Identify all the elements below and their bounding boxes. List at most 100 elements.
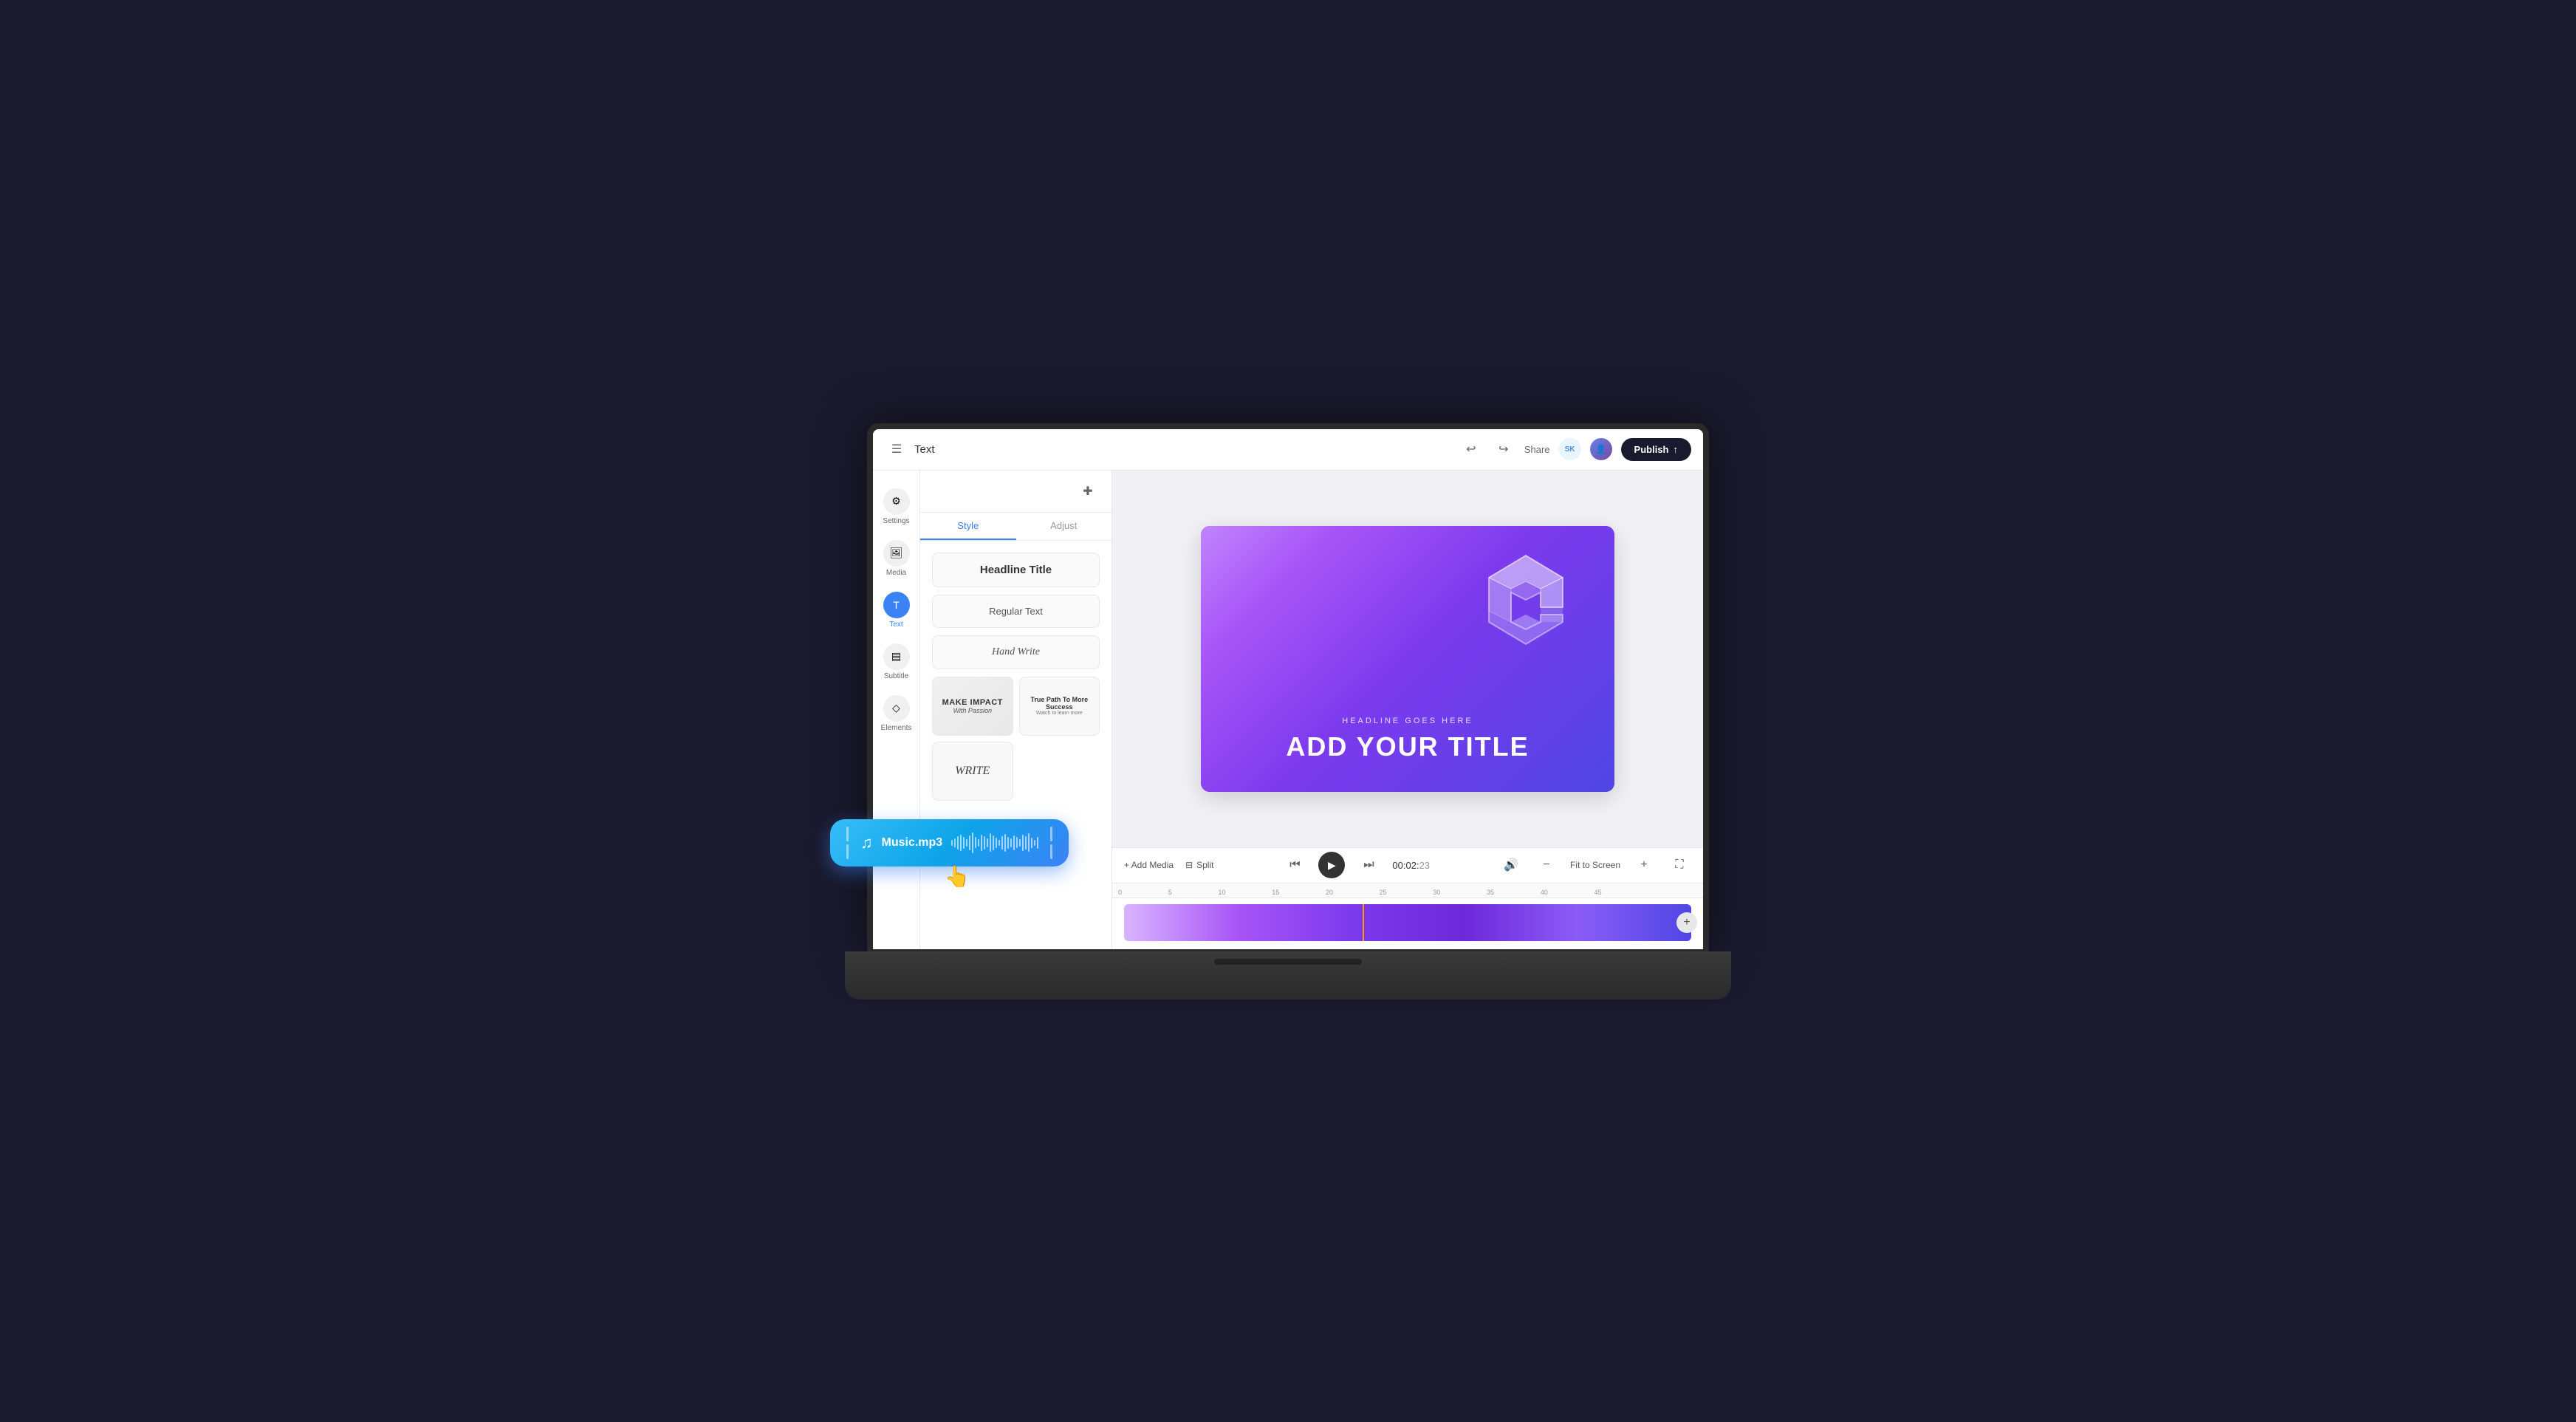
template-make-impact-line1: MAKE IMPACT [942,698,1003,707]
time-total: 23 [1419,860,1430,871]
handwrite-button[interactable]: Hand Write [932,635,1100,669]
app: ☰ Text ↩ ↪ Share SK 👤 Publish ↑ [873,429,1703,949]
page-title: Text [914,443,935,456]
topbar-left: ☰ Text [885,437,935,461]
ruler-marks: 0 5 10 15 20 25 30 35 40 45 [1118,889,1697,898]
ruler-30: 30 [1433,889,1440,898]
next-button[interactable]: ⏭ [1357,853,1380,877]
tab-adjust[interactable]: Adjust [1016,513,1112,540]
ruler-40: 40 [1541,889,1548,898]
avatar-sk: SK [1559,438,1581,460]
undo-button[interactable]: ↩ [1459,437,1483,461]
subtitle-icon: ▤ [883,643,910,670]
bottom-controls: + Add Media ⊟ Split ⏮ ▶ ⏭ 00: [1112,847,1703,883]
template-true-path-line1: True Path To More Success [1026,696,1094,711]
drag-handle [843,827,852,859]
panel-header: ✚ [920,471,1111,513]
publish-label: Publish [1634,444,1669,455]
ruler-20: 20 [1326,889,1333,898]
sidebar-icons: ⚙ Settings 🖼 Media T Text ▤ Subtitle [873,471,920,949]
ruler-35: 35 [1487,889,1494,898]
publish-button[interactable]: Publish ↑ [1621,438,1691,461]
add-media-button[interactable]: + Add Media [1124,860,1174,870]
panel-add-button[interactable]: ✚ [1076,479,1100,503]
ruler-5: 5 [1168,889,1172,898]
headline-title-button[interactable]: Headline Title [932,553,1100,587]
play-button[interactable]: ▶ [1318,852,1345,878]
fit-to-screen-label: Fit to Screen [1570,860,1620,870]
elements-icon: ◇ [883,695,910,722]
laptop-wrapper: ☰ Text ↩ ↪ Share SK 👤 Publish ↑ [845,423,1731,999]
fit-to-screen: Fit to Screen [1570,860,1620,870]
subtitle-label: Subtitle [884,672,908,680]
music-chip[interactable]: ♫ Music.mp3 👆 [830,819,1069,866]
time-display: 00:02:23 [1392,860,1430,871]
upload-icon: ↑ [1674,444,1679,455]
canvas-headline: HEADLINE GOES HERE [1286,717,1529,725]
share-button[interactable]: Share [1524,444,1550,455]
template-write-label: WRITE [955,765,990,778]
elements-label: Elements [881,724,912,732]
canvas-area: HEADLINE GOES HERE ADD YOUR TITLE + Add … [1112,471,1703,949]
drag-handle-right [1047,827,1055,859]
media-icon: 🖼 [883,540,910,567]
g-logo [1467,541,1585,663]
play-icon: ▶ [1328,859,1336,872]
split-icon: ⊟ [1185,860,1193,870]
canvas-title: ADD YOUR TITLE [1286,731,1529,762]
canvas-text-area: HEADLINE GOES HERE ADD YOUR TITLE [1286,717,1529,762]
settings-icon: ⚙ [883,488,910,515]
canvas-preview: HEADLINE GOES HERE ADD YOUR TITLE [1201,526,1614,792]
template-make-impact[interactable]: MAKE IMPACT With Passion [932,677,1013,736]
zoom-in-button[interactable]: + [1632,853,1656,877]
template-write[interactable]: WRITE [932,742,1013,801]
regular-text-button[interactable]: Regular Text [932,595,1100,628]
ruler-25: 25 [1380,889,1387,898]
menu-icon[interactable]: ☰ [885,437,908,461]
ruler-0: 0 [1118,889,1122,898]
sidebar-item-text[interactable]: T Text [873,586,919,635]
main-area: ⚙ Settings 🖼 Media T Text ▤ Subtitle [873,471,1703,949]
timeline-ruler: 0 5 10 15 20 25 30 35 40 45 [1112,883,1703,898]
undo-icon: ↩ [1466,442,1476,457]
template-true-path[interactable]: True Path To More Success Watch to learn… [1019,677,1100,736]
redo-button[interactable]: ↪ [1492,437,1515,461]
add-media-label: + Add Media [1124,860,1174,870]
split-button[interactable]: ⊟ Split [1185,860,1213,870]
volume-button[interactable]: 🔊 [1499,853,1523,877]
split-label: Split [1196,860,1213,870]
panel-tabs: Style Adjust [920,513,1111,541]
template-make-impact-line2: With Passion [953,707,992,714]
ruler-45: 45 [1594,889,1602,898]
fullscreen-button[interactable]: ⛶ [1668,853,1691,877]
music-note-icon: ♫ [860,833,873,852]
sidebar-item-elements[interactable]: ◇ Elements [873,689,919,738]
time-current: 00:02: [1392,860,1419,871]
add-media-timeline-button[interactable]: + [1676,912,1697,933]
settings-label: Settings [883,517,909,525]
media-label: Media [886,569,906,577]
timeline-track[interactable] [1124,904,1691,941]
text-template-grid: MAKE IMPACT With Passion True Path To Mo… [932,677,1100,801]
ruler-10: 10 [1218,889,1225,898]
waveform [951,832,1038,854]
redo-icon: ↪ [1498,442,1508,457]
avatar-user: 👤 [1590,438,1612,460]
sidebar-item-settings[interactable]: ⚙ Settings [873,482,919,531]
timeline-thumb[interactable] [1363,904,1364,941]
sidebar-item-subtitle[interactable]: ▤ Subtitle [873,637,919,686]
tab-style[interactable]: Style [920,513,1016,540]
sidebar-item-media[interactable]: 🖼 Media [873,534,919,583]
template-true-path-line2: Watch to learn more [1036,711,1083,716]
text-icon: T [883,592,910,618]
text-label: Text [889,621,902,629]
zoom-out-button[interactable]: − [1535,853,1558,877]
laptop-screen: ☰ Text ↩ ↪ Share SK 👤 Publish ↑ [867,423,1709,955]
topbar: ☰ Text ↩ ↪ Share SK 👤 Publish ↑ [873,429,1703,471]
laptop-base [845,951,1731,999]
prev-button[interactable]: ⏮ [1283,853,1306,877]
ruler-15: 15 [1272,889,1279,898]
music-filename: Music.mp3 [882,836,943,850]
cursor-hand-icon: 👆 [945,864,970,889]
timeline: 0 5 10 15 20 25 30 35 40 45 [1112,883,1703,949]
